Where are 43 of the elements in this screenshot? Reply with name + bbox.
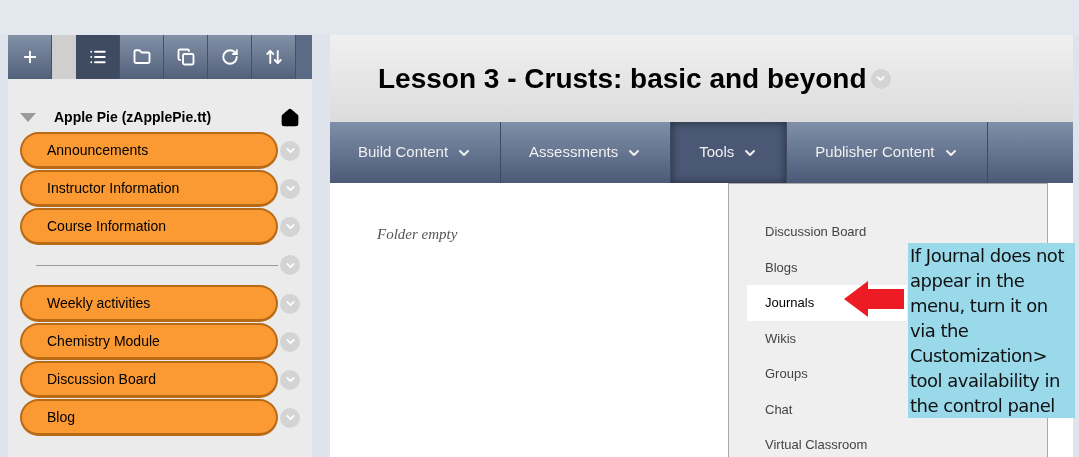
left-arrow	[844, 281, 904, 317]
menu-item[interactable]: Discussion Board	[20, 361, 278, 398]
chevron-icon[interactable]	[280, 407, 300, 428]
dropdown-item[interactable]: Groups	[747, 356, 907, 392]
course-title: Apple Pie (zApplePie.tt)	[54, 108, 212, 127]
home-icon[interactable]	[280, 107, 300, 128]
chevron-icon[interactable]	[280, 331, 300, 352]
toolbar-button[interactable]	[120, 35, 164, 79]
toolbar-button[interactable]	[76, 35, 120, 79]
chevron-icon[interactable]	[280, 369, 300, 390]
callout-note: If Journal does not appear in the menu, turn it on via the Customization> tool availability in the control panel	[908, 243, 1075, 418]
menu-item[interactable]: Blog	[20, 399, 278, 436]
list-icon	[88, 48, 107, 66]
menu-item[interactable]: Course Information	[20, 208, 278, 245]
chevron-icon[interactable]	[870, 68, 891, 89]
page-title: Lesson 3 - Crusts: basic and beyond	[378, 61, 867, 96]
empty-message: Folder empty	[377, 225, 458, 244]
dropdown-item[interactable]: Wikis	[747, 320, 907, 356]
refresh-icon	[220, 48, 239, 66]
folder-icon	[132, 48, 151, 66]
chevron-icon[interactable]	[280, 255, 300, 275]
dropdown-item[interactable]: Blogs	[747, 249, 907, 285]
menu-item[interactable]: Weekly activities	[20, 285, 278, 322]
windows-icon	[176, 48, 195, 66]
toolbar-button[interactable]	[252, 35, 296, 79]
chevron-icon[interactable]	[280, 293, 300, 314]
chevron-icon[interactable]	[280, 178, 300, 199]
nav-tab[interactable]: Tools	[671, 122, 788, 183]
collapse-triangle-icon[interactable]	[20, 113, 36, 122]
sort-icon	[264, 48, 283, 66]
menu-item[interactable]: Announcements	[20, 132, 278, 169]
dropdown-item[interactable]: Chat	[747, 391, 907, 427]
dropdown-item[interactable]: Virtual Classroom	[747, 427, 907, 457]
menu-item[interactable]: Instructor Information	[20, 170, 278, 207]
toolbar-button[interactable]	[164, 35, 208, 79]
toolbar-spacer	[52, 35, 76, 79]
chevron-icon[interactable]	[280, 140, 300, 161]
toolbar-button[interactable]	[208, 35, 252, 79]
toolbar-button[interactable]	[8, 35, 52, 79]
chevron-icon[interactable]	[280, 216, 300, 237]
dropdown-item[interactable]: Discussion Board	[747, 214, 907, 250]
nav-tab[interactable]: Build Content	[330, 122, 502, 183]
menu-item[interactable]: Chemistry Module	[20, 323, 278, 360]
